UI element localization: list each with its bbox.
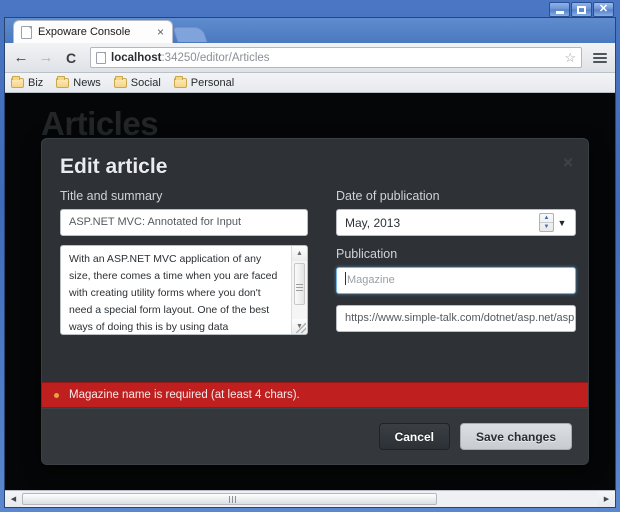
close-icon: ✕ [598, 2, 609, 15]
edit-article-dialog: Edit article ✕ Title and summary ASP.NET… [41, 138, 589, 465]
bookmark-label: News [73, 76, 101, 89]
scroll-left-icon[interactable]: ◀ [5, 491, 22, 507]
scroll-thumb[interactable] [294, 263, 305, 305]
page-favicon-icon [21, 25, 32, 39]
maximize-icon [577, 5, 586, 14]
url-host: localhost [111, 51, 162, 64]
error-bullet-icon [54, 392, 59, 398]
summary-scrollbar[interactable]: ▲ ▼ [291, 246, 307, 334]
publication-placeholder: Magazine [347, 274, 395, 286]
publication-input[interactable]: Magazine [336, 267, 576, 294]
dialog-body: Title and summary ASP.NET MVC: Annotated… [42, 185, 588, 368]
left-column: Title and summary ASP.NET MVC: Annotated… [60, 189, 308, 368]
dialog-title: Edit article [60, 155, 168, 178]
hscroll-track[interactable] [22, 491, 598, 507]
back-button[interactable]: ← [11, 48, 31, 68]
spinner-down-icon[interactable]: ▼ [540, 223, 553, 231]
bookmark-label: Personal [190, 76, 235, 89]
reload-button[interactable]: C [61, 48, 81, 68]
date-of-publication-input[interactable]: May, 2013 ▲ ▼ ▼ [336, 209, 576, 236]
dialog-header: Edit article ✕ [42, 139, 588, 185]
article-summary-textarea[interactable]: With an ASP.NET MVC application of any s… [60, 245, 308, 335]
save-changes-button[interactable]: Save changes [459, 423, 572, 450]
bookmark-item-biz[interactable]: Biz [11, 75, 44, 89]
os-window: ✕ Expoware Console × ← → C localhost:342… [0, 0, 620, 512]
date-spinner[interactable]: ▲ ▼ [539, 213, 554, 232]
address-bar[interactable]: localhost:34250/editor/Articles ☆ [90, 47, 582, 68]
chevron-down-icon[interactable]: ▼ [554, 218, 570, 228]
menu-icon-line [593, 52, 607, 55]
folder-icon [173, 75, 187, 88]
thumb-grip-icon [228, 495, 230, 503]
scroll-up-icon[interactable]: ▲ [291, 246, 307, 261]
dialog-footer: Cancel Save changes [42, 408, 588, 464]
date-value: May, 2013 [345, 215, 401, 230]
forward-button[interactable]: → [36, 48, 56, 68]
bookmark-label: Biz [28, 76, 44, 89]
folder-icon [56, 75, 70, 88]
page-viewport: Articles Edit article ✕ Title and summar… [5, 93, 615, 490]
title-and-summary-label: Title and summary [60, 189, 163, 203]
browser-tab[interactable]: Expoware Console × [13, 20, 173, 43]
summary-text: With an ASP.NET MVC application of any s… [69, 253, 278, 333]
browser-toolbar: ← → C localhost:34250/editor/Articles ☆ [5, 43, 615, 73]
scroll-right-icon[interactable]: ▶ [598, 491, 615, 507]
new-tab-button[interactable] [172, 27, 208, 42]
browser-menu-button[interactable] [591, 48, 609, 68]
tab-close-icon[interactable]: × [155, 26, 166, 38]
tab-title: Expoware Console [38, 26, 131, 38]
minimize-icon [555, 10, 564, 14]
bookmark-item-personal[interactable]: Personal [173, 75, 235, 89]
bookmarks-bar: Biz News Social Personal [5, 73, 615, 93]
window-controls: ✕ [549, 2, 614, 17]
url-path: :34250/editor/Articles [161, 51, 270, 64]
spinner-up-icon[interactable]: ▲ [540, 214, 553, 223]
publication-label: Publication [336, 247, 398, 261]
menu-icon-line [593, 56, 607, 59]
bookmark-star-icon[interactable]: ☆ [564, 50, 576, 66]
bookmark-label: Social [130, 76, 161, 89]
right-column: Date of publication May, 2013 ▲ ▼ ▼ Publ… [336, 189, 576, 368]
window-titlebar: ✕ [4, 2, 616, 17]
dialog-close-icon[interactable]: ✕ [562, 155, 574, 169]
hscroll-thumb[interactable] [22, 493, 437, 505]
page-info-icon [96, 51, 106, 64]
scroll-track[interactable] [292, 261, 307, 319]
text-caret [345, 272, 346, 285]
cancel-button[interactable]: Cancel [378, 423, 450, 450]
browser-chrome: Expoware Console × ← → C localhost:34250… [4, 17, 616, 508]
address-bar-url: localhost:34250/editor/Articles [111, 52, 270, 64]
menu-icon-line [593, 60, 607, 63]
minimize-button[interactable] [549, 2, 570, 17]
validation-error-bar: Magazine name is required (at least 4 ch… [42, 382, 588, 408]
folder-icon [11, 75, 24, 88]
maximize-button[interactable] [571, 2, 592, 17]
error-message: Magazine name is required (at least 4 ch… [69, 389, 300, 401]
tab-strip: Expoware Console × [5, 18, 615, 43]
bookmark-item-social[interactable]: Social [113, 75, 161, 89]
textarea-resize-handle[interactable] [296, 323, 306, 333]
page-horizontal-scrollbar[interactable]: ◀ ▶ [5, 490, 615, 507]
folder-icon [113, 75, 127, 88]
article-title-input[interactable]: ASP.NET MVC: Annotated for Input [60, 209, 308, 236]
thumb-grip-icon [296, 283, 303, 285]
window-close-button[interactable]: ✕ [593, 2, 614, 17]
publication-url-input[interactable]: https://www.simple-talk.com/dotnet/asp.n… [336, 305, 576, 332]
bookmark-item-news[interactable]: News [56, 75, 101, 89]
date-of-publication-label: Date of publication [336, 189, 440, 203]
